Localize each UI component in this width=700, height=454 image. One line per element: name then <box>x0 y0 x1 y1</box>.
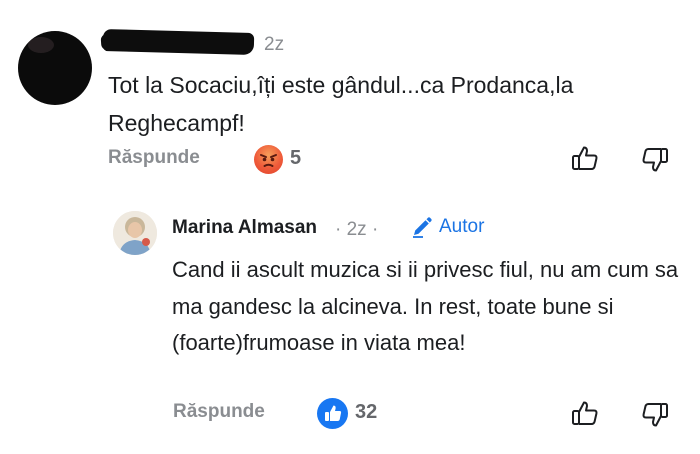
reply-button[interactable]: Răspunde <box>108 147 200 169</box>
author-badge-label: Autor <box>439 216 485 237</box>
reaction-count[interactable]: 32 <box>355 401 377 424</box>
avatar-photo-edge <box>28 37 54 53</box>
thumbs-up-outline-icon[interactable] <box>570 143 600 178</box>
thumbs-up-outline-icon[interactable] <box>570 398 600 433</box>
author-badge: Autor <box>411 216 484 238</box>
reply-text: Cand ii ascult muzica si ii privesc fiul… <box>172 257 679 355</box>
angry-face-glyph <box>260 154 277 167</box>
reply-button[interactable]: Răspunde <box>173 401 265 423</box>
thumbs-down-glyph <box>642 403 668 427</box>
thumbs-down-outline-icon[interactable] <box>640 145 670 180</box>
angry-face-icon[interactable] <box>254 145 283 174</box>
like-thumb-icon[interactable] <box>317 398 348 429</box>
author-name[interactable]: Marina Almasan <box>172 217 317 239</box>
commenter-name-redacted[interactable] <box>102 29 255 55</box>
author-avatar[interactable] <box>113 211 157 255</box>
commenter-avatar[interactable] <box>18 31 92 105</box>
thumbs-up-glyph <box>572 401 598 425</box>
comment-timestamp[interactable]: 2z <box>264 34 284 56</box>
author-avatar-glyph <box>113 211 157 255</box>
like-thumb-glyph <box>325 405 342 421</box>
thumbs-up-glyph <box>572 146 598 170</box>
thumbs-down-glyph <box>642 148 668 172</box>
comment-text: Tot la Socaciu,îți este gândul...ca Prod… <box>108 72 574 136</box>
reaction-count[interactable]: 5 <box>290 147 301 170</box>
thumbs-down-outline-icon[interactable] <box>640 400 670 435</box>
pencil-icon <box>413 217 432 238</box>
reply-timestamp[interactable]: · 2z · <box>335 219 378 241</box>
